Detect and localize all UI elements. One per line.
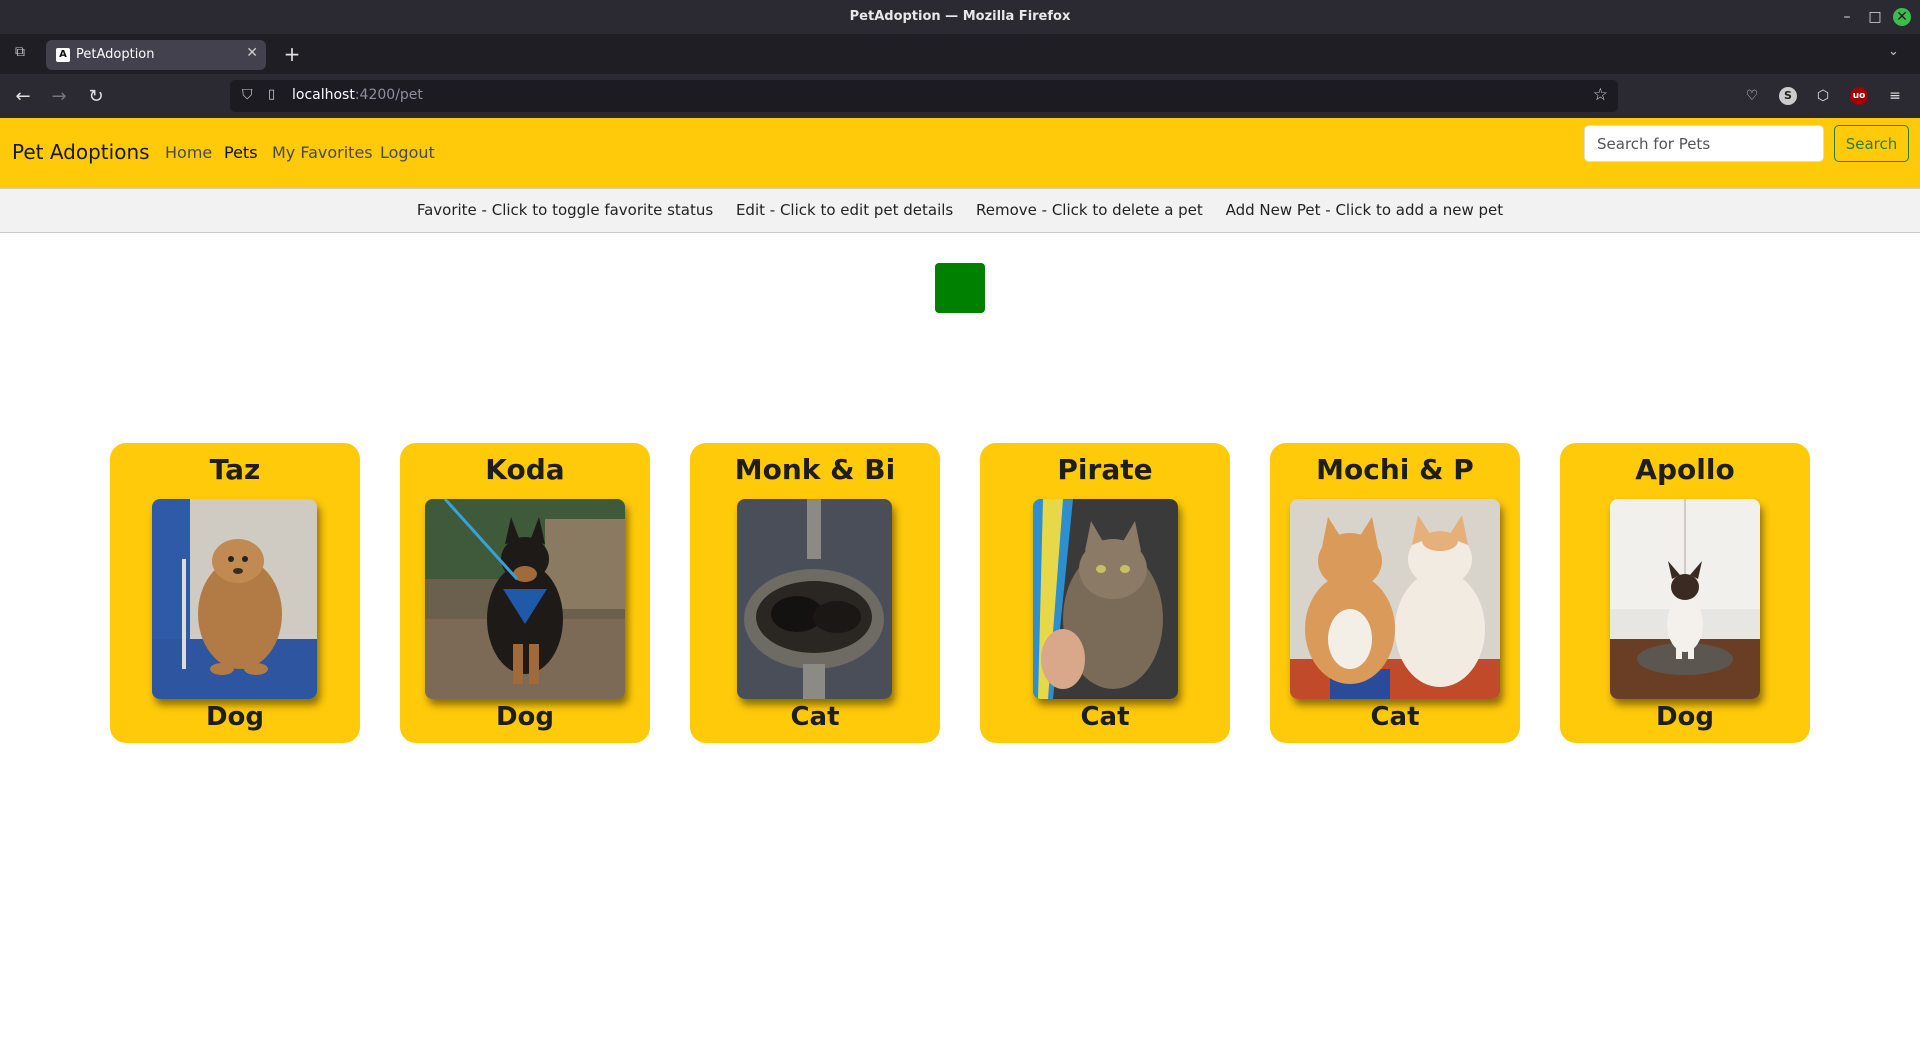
angular-favicon-icon: A <box>56 48 70 62</box>
pet-card-mochi-p[interactable]: Mochi & P Cat <box>1270 443 1520 743</box>
cat-photo-illustration <box>737 499 892 699</box>
window-titlebar: PetAdoption — Mozilla Firefox – □ ✕ <box>0 0 1920 34</box>
pet-card-apollo[interactable]: Apollo Dog <box>1560 443 1810 743</box>
browser-toolbar: ← → ↻ ⛉ ▯ localhost:4200/pet ☆ ♡ S ⬡ uo … <box>0 74 1920 118</box>
pet-card-monk-bi[interactable]: Monk & Bi Cat <box>690 443 940 743</box>
dog-photo-illustration <box>152 499 317 699</box>
help-bar: Favorite - Click to toggle favorite stat… <box>0 188 1920 233</box>
pet-type: Cat <box>1370 702 1420 732</box>
pet-photo-dog[interactable] <box>152 499 317 699</box>
green-status-square <box>935 263 985 313</box>
dog-photo-illustration <box>1610 499 1760 699</box>
pet-name: Monk & Bi <box>734 453 896 486</box>
pocket-icon[interactable]: ♡ <box>1743 87 1761 105</box>
app-navbar: Pet Adoptions Home Pets My Favorites Log… <box>0 118 1920 188</box>
brand-title[interactable]: Pet Adoptions <box>12 140 150 164</box>
dog-photo-illustration <box>425 499 625 699</box>
help-add-new-pet: Add New Pet - Click to add a new pet <box>1225 201 1504 219</box>
forward-arrow-icon[interactable]: → <box>48 86 70 108</box>
pet-card-koda[interactable]: Koda Dog <box>400 443 650 743</box>
tab-strip: ⧉ A PetAdoption ✕ + ⌄ <box>0 34 1920 74</box>
url-bar[interactable]: ⛉ ▯ localhost:4200/pet ☆ <box>230 80 1618 112</box>
shield-icon[interactable]: ⛉ <box>242 87 253 103</box>
reload-icon[interactable]: ↻ <box>85 86 107 108</box>
cat-photo-illustration <box>1290 499 1500 699</box>
tab-title: PetAdoption <box>76 47 155 62</box>
pet-name: Pirate <box>1057 453 1153 486</box>
search-input[interactable] <box>1584 125 1824 162</box>
url-path: :4200/pet <box>354 87 423 103</box>
pet-name: Mochi & P <box>1316 453 1474 486</box>
nav-link-home[interactable]: Home <box>165 143 212 162</box>
bookmark-star-icon[interactable]: ☆ <box>1593 85 1608 105</box>
pet-photo-dog[interactable] <box>425 499 625 699</box>
pet-card-pirate[interactable]: Pirate Cat <box>980 443 1230 743</box>
nav-link-pets[interactable]: Pets <box>224 143 258 162</box>
url-text[interactable]: localhost:4200/pet <box>292 87 423 103</box>
minimize-icon[interactable]: – <box>1838 8 1856 26</box>
ublock-icon[interactable]: uo <box>1850 87 1868 105</box>
help-edit: Edit - Click to edit pet details <box>735 201 954 219</box>
pet-name: Taz <box>209 453 261 486</box>
pet-type: Dog <box>495 702 555 732</box>
tab-petadoption[interactable]: A PetAdoption ✕ <box>46 40 266 70</box>
nav-link-logout[interactable]: Logout <box>380 143 435 162</box>
url-host: localhost <box>292 87 355 103</box>
maximize-icon[interactable]: □ <box>1866 8 1884 26</box>
pet-type: Dog <box>1655 702 1715 732</box>
hamburger-menu-icon[interactable]: ≡ <box>1886 87 1904 105</box>
help-favorite: Favorite - Click to toggle favorite stat… <box>416 201 714 219</box>
page-icon[interactable]: ▯ <box>268 87 275 102</box>
pet-type: Dog <box>205 702 265 732</box>
nav-link-my-favorites[interactable]: My Favorites <box>272 143 373 162</box>
pet-photo-cat[interactable] <box>737 499 892 699</box>
pet-photo-dog[interactable] <box>1610 499 1760 699</box>
cat-photo-illustration <box>1033 499 1178 699</box>
pet-name: Koda <box>485 453 565 486</box>
account-icon[interactable]: S <box>1779 87 1797 105</box>
pet-type: Cat <box>1080 702 1130 732</box>
pet-name: Apollo <box>1635 453 1735 486</box>
extensions-icon[interactable]: ⬡ <box>1814 87 1832 105</box>
tab-close-icon[interactable]: ✕ <box>246 45 258 61</box>
close-window-icon[interactable]: ✕ <box>1893 8 1911 26</box>
chevron-down-icon[interactable]: ⌄ <box>1888 44 1899 59</box>
back-arrow-icon[interactable]: ← <box>12 86 34 108</box>
new-tab-icon[interactable]: + <box>280 42 304 66</box>
pet-card-list: Taz Dog Koda Dog Monk & Bi Cat Pirate Ca… <box>110 443 1810 743</box>
search-button[interactable]: Search <box>1834 125 1909 162</box>
window-title: PetAdoption — Mozilla Firefox <box>849 9 1071 24</box>
pet-photo-cat[interactable] <box>1290 499 1500 699</box>
tab-list-icon[interactable]: ⧉ <box>10 44 30 64</box>
pet-photo-cat[interactable] <box>1033 499 1178 699</box>
pet-type: Cat <box>790 702 840 732</box>
help-remove: Remove - Click to delete a pet <box>976 201 1203 219</box>
pet-card-taz[interactable]: Taz Dog <box>110 443 360 743</box>
